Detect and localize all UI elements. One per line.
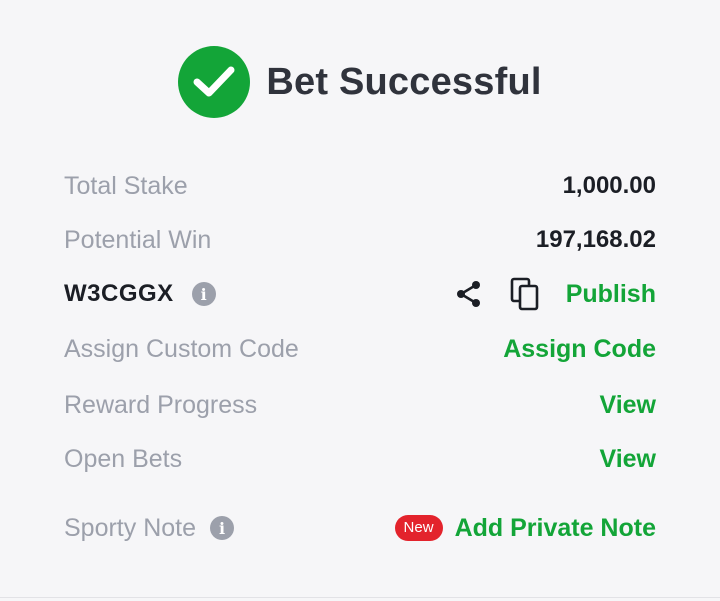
reward-progress-view-link[interactable]: View — [599, 391, 656, 420]
success-check-icon — [178, 46, 251, 118]
potential-win-row: Potential Win 197,168.02 — [64, 220, 656, 260]
total-stake-row: Total Stake 1,000.00 — [64, 166, 656, 206]
reward-progress-label: Reward Progress — [64, 390, 258, 419]
open-bets-view-link[interactable]: View — [599, 445, 656, 474]
booking-code-group: W3CGGX i — [64, 280, 216, 308]
custom-code-row: Assign Custom Code Assign Code — [64, 329, 656, 369]
bet-success-panel: Bet Successful Total Stake 1,000.00 Pote… — [0, 0, 720, 598]
share-icon[interactable] — [454, 279, 484, 309]
sporty-note-group: Sporty Note i — [64, 513, 235, 543]
custom-code-label: Assign Custom Code — [64, 334, 299, 363]
assign-code-link[interactable]: Assign Code — [503, 335, 656, 364]
sporty-note-row: Sporty Note i New Add Private Note — [64, 508, 656, 548]
add-private-note-link[interactable]: Add Private Note — [455, 514, 656, 543]
publish-link[interactable]: Publish — [566, 280, 656, 309]
booking-code-row: W3CGGX i Publish — [64, 274, 656, 314]
potential-win-value: 197,168.02 — [535, 226, 656, 253]
open-bets-row: Open Bets View — [64, 439, 656, 479]
sporty-note-actions: New Add Private Note — [394, 514, 656, 543]
reward-progress-row: Reward Progress View — [64, 385, 656, 425]
sporty-note-info-icon[interactable]: i — [210, 516, 235, 540]
page-title: Bet Successful — [266, 60, 542, 103]
booking-actions: Publish — [454, 277, 656, 311]
booking-code: W3CGGX — [64, 280, 174, 307]
info-icon[interactable]: i — [191, 282, 216, 306]
potential-win-label: Potential Win — [64, 225, 212, 254]
copy-icon[interactable] — [510, 277, 540, 311]
new-badge: New — [394, 515, 443, 541]
open-bets-label: Open Bets — [64, 444, 183, 473]
sporty-note-label: Sporty Note — [64, 513, 197, 542]
total-stake-value: 1,000.00 — [562, 172, 656, 199]
total-stake-label: Total Stake — [64, 171, 188, 200]
header: Bet Successful — [0, 46, 720, 118]
